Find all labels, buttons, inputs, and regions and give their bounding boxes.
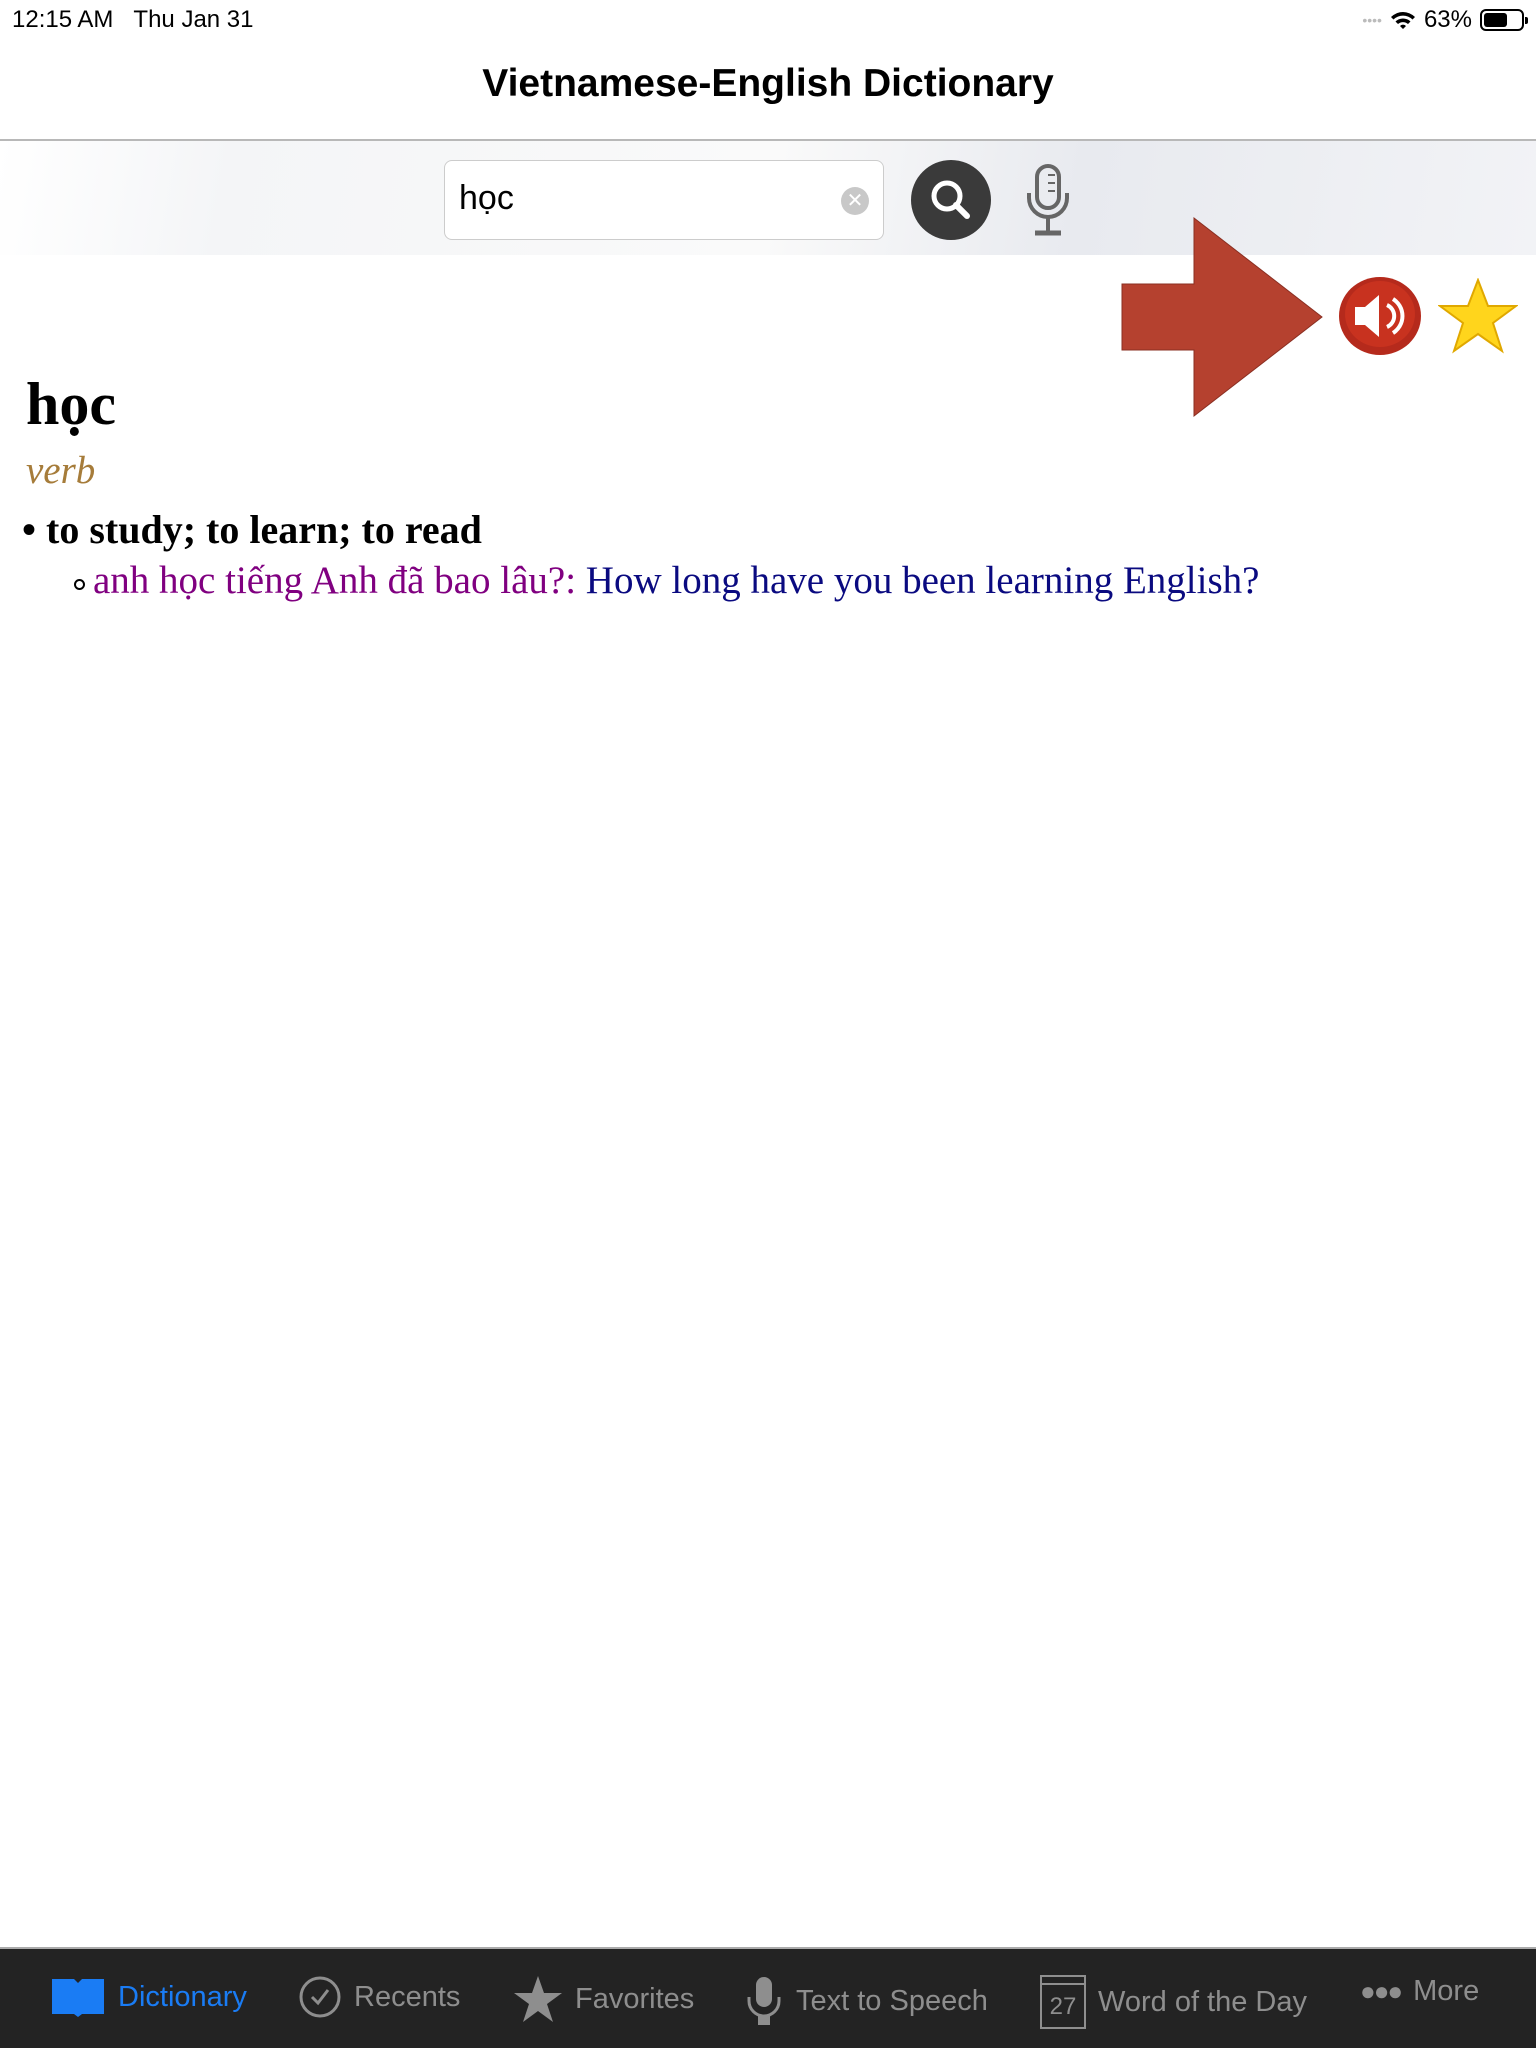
signal-dots-icon: •••• [1362, 12, 1382, 28]
page-title: Vietnamese-English Dictionary [482, 62, 1054, 105]
battery-icon [1480, 9, 1528, 31]
search-field[interactable]: ✕ [444, 160, 884, 240]
search-button[interactable] [911, 160, 991, 240]
status-time: 12:15 AM Thu Jan 31 [12, 6, 254, 33]
tab-recents[interactable]: Recents [298, 1975, 460, 2019]
headword: học [26, 371, 116, 437]
search-input[interactable] [459, 179, 819, 218]
favorite-star-button[interactable] [1438, 278, 1518, 354]
wifi-icon [1390, 12, 1415, 29]
microphone-icon [747, 1977, 781, 2025]
tab-bar: Dictionary Recents Favorites Text to Spe… [0, 1947, 1536, 2048]
more-dots-icon: ●●● [1360, 1976, 1403, 2006]
tab-more[interactable]: ●●● More [1360, 1975, 1479, 2008]
microphone-button[interactable] [1022, 163, 1074, 238]
part-of-speech: verb [26, 449, 96, 492]
clock-check-icon [299, 1976, 341, 2018]
star-icon [514, 1976, 562, 2022]
tab-text-to-speech[interactable]: Text to Speech [744, 1975, 988, 2027]
battery-percent: 63% [1423, 6, 1472, 33]
bullet-icon [74, 578, 85, 590]
definition: • to study; to learn; to read [22, 507, 482, 552]
book-icon [52, 1979, 104, 2017]
clear-icon[interactable]: ✕ [841, 187, 869, 215]
tab-favorites[interactable]: Favorites [513, 1975, 694, 2023]
example: anh học tiếng Anh đã bao lâu?: How long … [74, 558, 1259, 603]
tab-dictionary[interactable]: Dictionary [50, 1975, 247, 2019]
calendar-icon: 27 [1040, 1975, 1086, 2029]
tab-word-of-the-day[interactable]: 27 Word of the Day [1040, 1975, 1307, 2029]
arrow-annotation-icon [1121, 216, 1323, 418]
search-icon [931, 180, 970, 219]
status-bar: 12:15 AM Thu Jan 31 •••• 63% [0, 0, 1536, 40]
speaker-button[interactable] [1337, 275, 1423, 357]
